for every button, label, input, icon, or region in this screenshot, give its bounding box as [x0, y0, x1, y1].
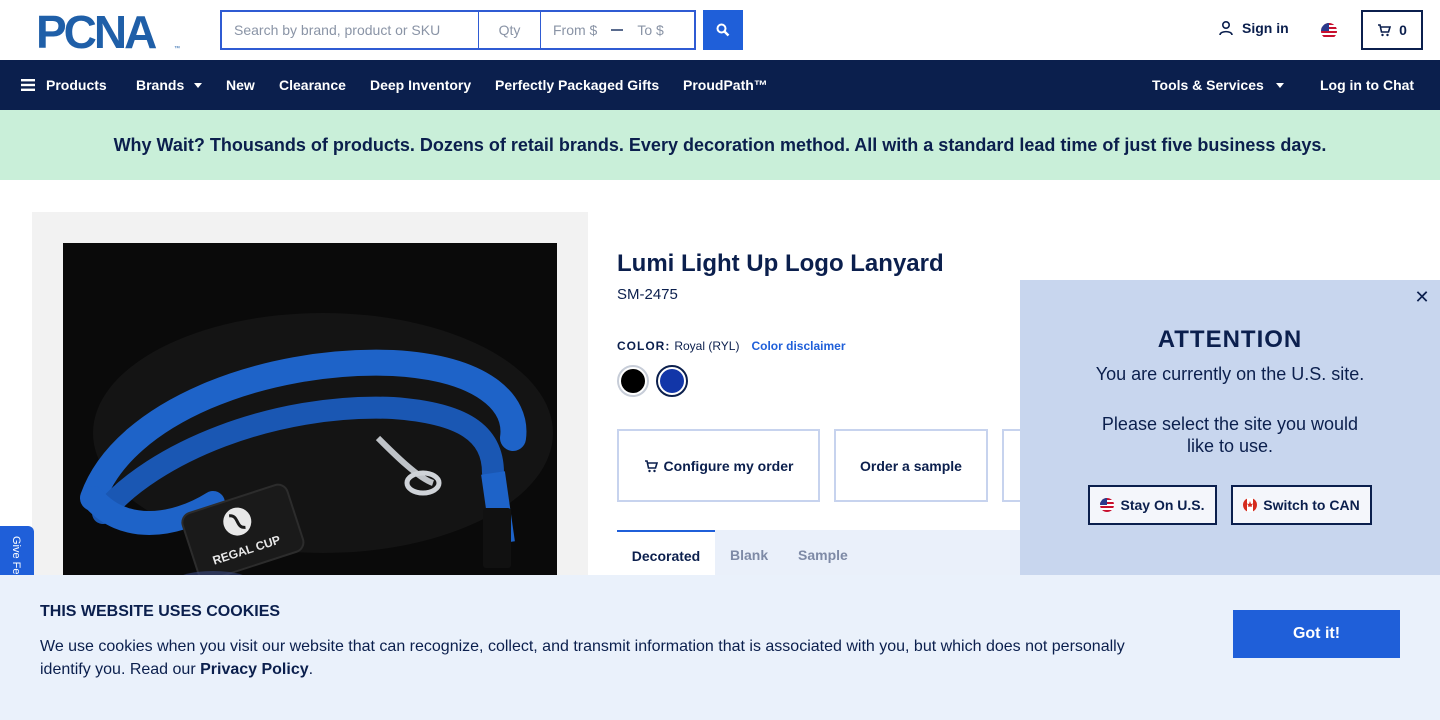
- product-image[interactable]: REGAL CUP: [63, 243, 557, 593]
- us-flag-icon[interactable]: [1321, 23, 1337, 39]
- nav-proudpath-label: ProudPath™: [683, 77, 768, 93]
- nav-new-label: New: [226, 77, 255, 93]
- switch-can-button[interactable]: Switch to CAN: [1231, 485, 1372, 525]
- logo-wordmark: PCNA: [36, 10, 156, 52]
- nav-products-label: Products: [46, 77, 107, 93]
- stay-us-button[interactable]: Stay On U.S.: [1088, 485, 1217, 525]
- nav-new[interactable]: New: [226, 60, 255, 110]
- popup-current-site-text: You are currently on the U.S. site.: [1095, 364, 1365, 384]
- search-icon: [716, 23, 730, 37]
- canada-flag-icon: [1243, 498, 1258, 512]
- search-bar: Search by brand, product or SKU Qty From…: [220, 10, 743, 50]
- search-placeholder: Search by brand, product or SKU: [234, 22, 441, 38]
- swatch-black[interactable]: [617, 365, 649, 397]
- price-from-input[interactable]: From $: [553, 22, 597, 38]
- cookie-end: .: [308, 661, 314, 678]
- cookie-accept-button[interactable]: Got it!: [1233, 610, 1400, 658]
- cookie-banner: THIS WEBSITE USES COOKIES We use cookies…: [0, 575, 1440, 720]
- cart-icon: [644, 459, 658, 472]
- sign-in-label: Sign in: [1242, 20, 1289, 36]
- nav-chat-login[interactable]: Log in to Chat: [1320, 60, 1414, 110]
- cart-count: 0: [1399, 22, 1407, 38]
- promo-banner: Why Wait? Thousands of products. Dozens …: [0, 110, 1440, 180]
- qty-placeholder: Qty: [498, 22, 521, 38]
- nav-gifts-label: Perfectly Packaged Gifts: [495, 77, 660, 93]
- tab-blank-label: Blank: [730, 547, 769, 563]
- switch-can-label: Switch to CAN: [1263, 497, 1360, 513]
- tab-blank[interactable]: Blank: [730, 530, 768, 580]
- site-selector-popup: ✕ ATTENTION You are currently on the U.S…: [1020, 280, 1440, 580]
- us-flag-icon: [1100, 498, 1115, 512]
- price-to-input[interactable]: To $: [637, 22, 663, 38]
- swatch-royal-dot: [660, 369, 684, 393]
- color-selector-label: COLOR: Royal (RYL) Color disclaimer: [617, 339, 846, 353]
- privacy-policy-link[interactable]: Privacy Policy: [200, 661, 309, 678]
- product-image-frame: REGAL CUP: [32, 212, 588, 593]
- user-icon: [1219, 20, 1233, 36]
- product-title: Lumi Light Up Logo Lanyard: [617, 250, 944, 277]
- nav-tools-label: Tools & Services: [1152, 77, 1264, 93]
- nav-chat-label: Log in to Chat: [1320, 77, 1415, 93]
- sign-in-link[interactable]: Sign in: [1218, 20, 1289, 36]
- nav-tools-services[interactable]: Tools & Services: [1152, 60, 1284, 110]
- search-input[interactable]: Search by brand, product or SKU: [220, 10, 478, 50]
- nav-clearance[interactable]: Clearance: [279, 60, 346, 110]
- pcna-logo[interactable]: PCNA ™: [36, 6, 186, 58]
- order-sample-label: Order a sample: [860, 457, 962, 474]
- chevron-down-icon: [1275, 82, 1284, 88]
- price-range-input[interactable]: From $ To $: [540, 10, 696, 50]
- swatch-royal[interactable]: [656, 365, 688, 397]
- cookie-title: THIS WEBSITE USES COOKIES: [40, 603, 281, 620]
- nav-clearance-label: Clearance: [279, 77, 346, 93]
- site-header: PCNA ™ Search by brand, product or SKU Q…: [0, 0, 1440, 60]
- tab-sample[interactable]: Sample: [798, 530, 848, 580]
- main-nav: Products Brands New Clearance Deep Inven…: [0, 60, 1440, 110]
- popup-select-site-text: Please select the site you would like to…: [1101, 414, 1359, 456]
- cookie-accept-label: Got it!: [1292, 625, 1341, 642]
- tab-decorated[interactable]: Decorated: [617, 530, 715, 580]
- nav-brands[interactable]: Brands: [136, 60, 203, 110]
- nav-brands-label: Brands: [136, 77, 185, 93]
- product-sku: SM-2475: [617, 286, 678, 303]
- promo-banner-text: Why Wait? Thousands of products. Dozens …: [113, 134, 1327, 155]
- svg-text:™: ™: [174, 45, 180, 52]
- popup-title: ATTENTION: [1157, 326, 1303, 353]
- selected-color: Royal (RYL): [674, 339, 740, 353]
- color-label: COLOR:: [617, 339, 671, 353]
- qty-input[interactable]: Qty: [478, 10, 540, 50]
- cart-button[interactable]: 0: [1361, 10, 1423, 50]
- cookie-text: We use cookies when you visit our websit…: [40, 635, 1150, 681]
- color-disclaimer-link[interactable]: Color disclaimer: [751, 339, 845, 353]
- configure-order-label: Configure my order: [663, 457, 794, 474]
- close-icon[interactable]: ✕: [1414, 288, 1430, 306]
- nav-deep-inventory-label: Deep Inventory: [370, 77, 472, 93]
- range-dash: [611, 29, 624, 31]
- nav-deep-inventory[interactable]: Deep Inventory: [370, 60, 471, 110]
- nav-proudpath[interactable]: ProudPath™: [683, 60, 768, 110]
- nav-products[interactable]: Products: [21, 60, 107, 110]
- configure-order-button[interactable]: Configure my order: [617, 429, 820, 502]
- hamburger-icon: [21, 79, 35, 91]
- stay-us-label: Stay On U.S.: [1120, 497, 1205, 513]
- lanyard-illustration: REGAL CUP: [63, 243, 557, 593]
- tab-sample-label: Sample: [798, 547, 848, 563]
- swatch-black-dot: [621, 369, 645, 393]
- order-sample-button[interactable]: Order a sample: [834, 429, 988, 502]
- search-button[interactable]: [703, 10, 743, 50]
- tab-decorated-label: Decorated: [631, 548, 701, 564]
- nav-gifts[interactable]: Perfectly Packaged Gifts: [495, 60, 659, 110]
- chevron-down-icon: [194, 82, 203, 88]
- cart-icon: [1378, 24, 1392, 37]
